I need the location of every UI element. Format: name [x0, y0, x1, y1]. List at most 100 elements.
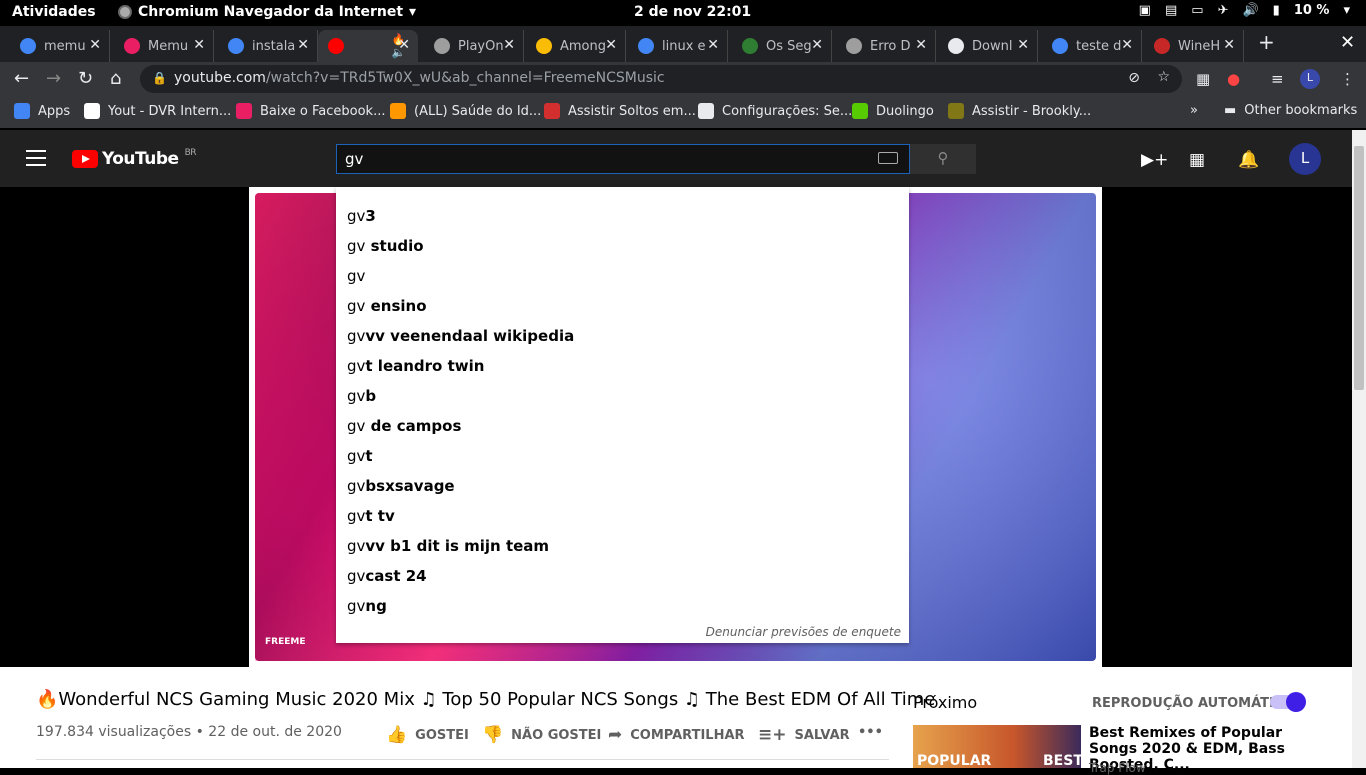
next-video-thumbnail[interactable]: POPULAR BEST	[913, 725, 1081, 768]
bookmarks-overflow-icon[interactable]: »	[1190, 103, 1198, 118]
app-menu[interactable]: Chromium Navegador da Internet ▾	[118, 4, 416, 20]
blocked-popup-icon[interactable]: ⊘	[1128, 70, 1140, 86]
create-video-icon[interactable]: ▶+	[1141, 150, 1168, 170]
search-suggestion[interactable]: gvvv b1 dit is mijn team	[347, 537, 549, 555]
tab[interactable]: memu ✕	[10, 30, 110, 62]
bookmark-item[interactable]: Duolingo	[852, 103, 934, 119]
playlist-add-icon: ≡+	[758, 725, 787, 745]
save-button[interactable]: ≡+ SALVAR	[758, 725, 850, 745]
star-icon[interactable]: ☆	[1157, 69, 1170, 85]
forward-icon[interactable]: →	[46, 68, 61, 89]
search-input[interactable]: gv	[336, 144, 910, 174]
extension-icon[interactable]: ▦	[1196, 70, 1210, 88]
tab-strip: memu ✕ Memu ✕ instala ✕ 🔥 🔈 ✕ PlayOn ✕ Among ✕ linux…	[0, 26, 1366, 62]
suggestion-completion: 3	[365, 207, 376, 225]
more-actions-icon[interactable]: •••	[858, 725, 883, 740]
youtube-logo[interactable]: YouTube BR	[72, 148, 197, 169]
bookmark-item[interactable]: Apps	[14, 103, 70, 119]
bookmark-item[interactable]: Assistir - Brookly...	[948, 103, 1091, 119]
hamburger-menu-icon[interactable]	[26, 150, 46, 166]
search-suggestion[interactable]: gv	[347, 267, 365, 285]
bookmark-item[interactable]: Configurações: Se...	[698, 103, 852, 119]
window-switch-icon[interactable]: ▣	[1139, 3, 1151, 18]
search-suggestion[interactable]: gvbsxsavage	[347, 477, 455, 495]
lock-icon[interactable]: 🔒	[152, 71, 167, 85]
tab[interactable]: Downl ✕	[938, 30, 1038, 62]
screen-icon[interactable]: ▭	[1191, 3, 1203, 18]
menu-icon[interactable]: ⋮	[1340, 70, 1355, 88]
search-button[interactable]: ⚲	[910, 144, 976, 174]
search-suggestion[interactable]: gv studio	[347, 237, 424, 255]
tab-close-icon[interactable]: ✕	[915, 37, 927, 53]
tab[interactable]: Among ✕	[526, 30, 626, 62]
tab-close-icon[interactable]: ✕	[297, 37, 309, 53]
page-scrollbar[interactable]	[1352, 130, 1366, 768]
search-suggestion[interactable]: gv ensino	[347, 297, 427, 315]
tab[interactable]: PlayOn ✕	[424, 30, 524, 62]
volume-icon[interactable]: 🔊	[1242, 3, 1258, 18]
search-suggestion[interactable]: gvt	[347, 447, 373, 465]
tab[interactable]: Memu ✕	[114, 30, 214, 62]
avatar[interactable]: L	[1289, 143, 1321, 175]
apps-grid-icon[interactable]: ▦	[1189, 150, 1205, 170]
tab-close-icon[interactable]: ✕	[503, 37, 515, 53]
tab-close-icon[interactable]: ✕	[605, 37, 617, 53]
profile-avatar[interactable]: L	[1300, 69, 1320, 89]
notifications-bell-icon[interactable]: 🔔	[1238, 150, 1259, 170]
dislike-button[interactable]: 👎 NÃO GOSTEI	[482, 725, 601, 745]
autoplay-toggle[interactable]	[1270, 692, 1306, 712]
share-button[interactable]: ➦ COMPARTILHAR	[608, 725, 745, 745]
tab[interactable]: Erro D ✕	[836, 30, 936, 62]
home-icon[interactable]: ⌂	[110, 68, 121, 89]
new-tab-button[interactable]: +	[1258, 30, 1275, 54]
report-predictions-link[interactable]: Denunciar previsões de enquete	[706, 625, 901, 639]
tab-close-icon[interactable]: ✕	[1121, 37, 1133, 53]
next-video-channel[interactable]: Trap Flow	[1089, 761, 1146, 775]
tab-title: PlayOn	[458, 38, 504, 54]
bookmark-item[interactable]: Yout - DVR Intern...	[84, 103, 231, 119]
tab-close-icon[interactable]: ✕	[811, 37, 823, 53]
like-button[interactable]: 👍 GOSTEI	[386, 725, 469, 745]
bookmark-item[interactable]: (ALL) Saúde do Id...	[390, 103, 541, 119]
back-icon[interactable]: ←	[14, 68, 29, 89]
clock[interactable]: 2 de nov 22:01	[634, 4, 751, 20]
tab[interactable]: WineH ✕	[1144, 30, 1244, 62]
search-suggestion[interactable]: gvb	[347, 387, 376, 405]
search-suggestion[interactable]: gv3	[347, 207, 376, 225]
search-suggestion[interactable]: gvvv veenendaal wikipedia	[347, 327, 574, 345]
bookmark-item[interactable]: Assistir Soltos em...	[544, 103, 696, 119]
bookmark-item[interactable]: Baixe o Facebook...	[236, 103, 386, 119]
tab-close-icon[interactable]: ✕	[1223, 37, 1235, 53]
tab[interactable]: Os Seg ✕	[732, 30, 832, 62]
tab-close-icon[interactable]: ✕	[89, 37, 101, 53]
search-suggestion[interactable]: gvt tv	[347, 507, 395, 525]
scrollbar-thumb[interactable]	[1354, 146, 1364, 390]
search-suggestion[interactable]: gvcast 24	[347, 567, 427, 585]
suggestion-query: gv	[347, 357, 366, 375]
address-bar[interactable]: 🔒 youtube.com/watch?v=TRd5Tw0X_wU&ab_cha…	[140, 65, 1182, 93]
extension-badge-icon[interactable]: ●	[1227, 70, 1240, 88]
tab[interactable]: teste d ✕	[1042, 30, 1142, 62]
tab-close-icon[interactable]: ✕	[1017, 37, 1029, 53]
activities-button[interactable]: Atividades	[12, 4, 96, 20]
window-close-icon[interactable]: ✕	[1340, 32, 1355, 53]
keyboard-icon[interactable]	[878, 152, 898, 164]
tab[interactable]: 🔥 🔈 ✕	[318, 30, 418, 62]
other-bookmarks[interactable]: ▬ Other bookmarks	[1224, 103, 1357, 118]
reload-icon[interactable]: ↻	[78, 68, 93, 89]
media-control-icon[interactable]: ≡	[1271, 70, 1284, 88]
suggestion-completion: b	[365, 387, 377, 405]
search-suggestion[interactable]: gv de campos	[347, 417, 461, 435]
search-suggestion[interactable]: gvt leandro twin	[347, 357, 484, 375]
system-tray[interactable]: ▣ ▤ ▭ ✈ 🔊 ▮ 10 % ▾	[1139, 3, 1350, 18]
battery-icon[interactable]: ▮	[1273, 3, 1280, 18]
search-suggestion[interactable]: gvng	[347, 597, 387, 615]
tab[interactable]: instala ✕	[218, 30, 318, 62]
tab-close-icon[interactable]: ✕	[398, 37, 410, 53]
tab[interactable]: linux e ✕	[628, 30, 728, 62]
clipboard-icon[interactable]: ▤	[1165, 3, 1177, 18]
chevron-down-icon[interactable]: ▾	[1343, 3, 1350, 18]
tab-close-icon[interactable]: ✕	[707, 37, 719, 53]
airplane-icon[interactable]: ✈	[1218, 3, 1229, 18]
tab-close-icon[interactable]: ✕	[193, 37, 205, 53]
